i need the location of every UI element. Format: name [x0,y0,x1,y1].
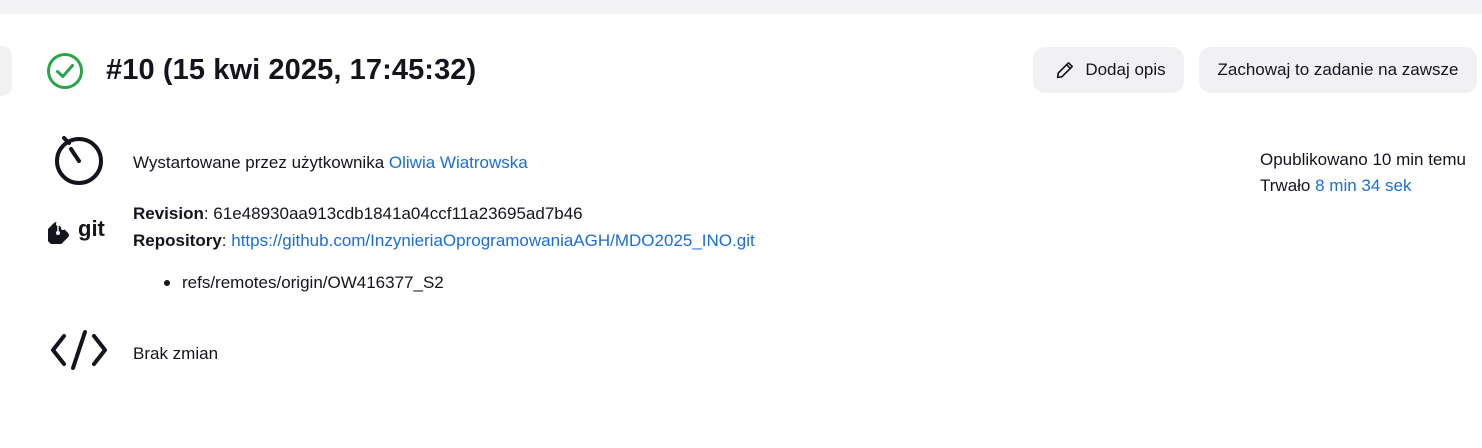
started-by-prefix: Wystartowane przez użytkownika [133,153,389,172]
git-logo-icon: git [48,216,106,244]
add-description-label: Dodaj opis [1085,60,1166,79]
pencil-icon [1057,62,1074,79]
keep-forever-label: Zachowaj to zadanie na zawsze [1217,60,1459,79]
published-text: Opublikowano 10 min temu [1260,150,1467,169]
changes-text: Brak zmian [133,344,219,363]
started-by-text: Wystartowane przez użytkownika Oliwia Wi… [133,153,528,173]
revision-value: : 61e48930aa913cdb1841a04ccf11a23695ad7b… [203,204,583,223]
repository-row: Repository: https://github.com/Inzynieri… [133,231,755,251]
top-bar [0,0,1482,14]
repository-label: Repository [133,231,222,250]
branch-name: refs/remotes/origin/OW416377_S2 [182,273,444,292]
branch-list: refs/remotes/origin/OW416377_S2 [164,273,444,293]
list-item: refs/remotes/origin/OW416377_S2 [164,273,444,293]
bullet-icon [164,280,170,286]
left-panel-edge[interactable] [0,46,12,96]
build-meta: Opublikowano 10 min temu Trwało 8 min 34… [1260,147,1466,199]
revision-label: Revision [133,204,204,223]
add-description-button[interactable]: Dodaj opis [1033,47,1184,93]
repository-link[interactable]: https://github.com/InzynieriaOprogramowa… [231,231,754,250]
stopwatch-icon [55,136,103,185]
code-brackets-icon [51,330,107,370]
duration-link[interactable]: 8 min 34 sek [1315,176,1411,195]
duration-prefix: Trwało [1260,176,1316,195]
user-link[interactable]: Oliwia Wiatrowska [389,153,528,172]
check-circle-icon [47,53,83,89]
keep-forever-button[interactable]: Zachowaj to zadanie na zawsze [1199,47,1477,93]
duration-row: Trwało 8 min 34 sek [1260,173,1466,199]
page-title: #10 (15 kwi 2025, 17:45:32) [106,54,477,86]
svg-text:git: git [78,216,106,241]
revision-row: Revision: 61e48930aa913cdb1841a04ccf11a2… [133,204,583,224]
repository-separator: : [221,231,232,250]
